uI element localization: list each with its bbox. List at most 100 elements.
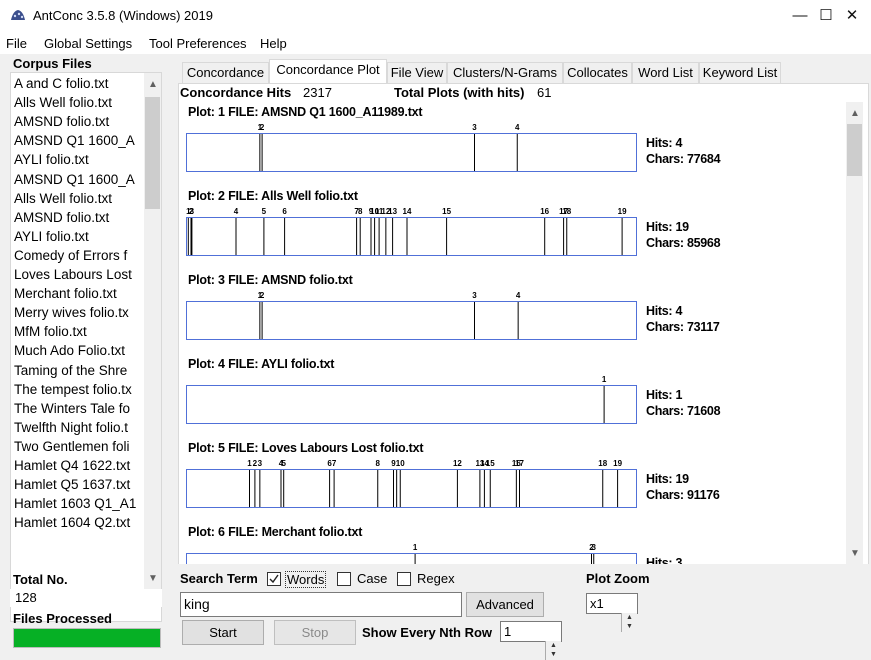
hit-mark-label: 8	[376, 459, 381, 468]
plot-frame	[186, 217, 637, 256]
files-processed-label: Files Processed	[13, 611, 112, 626]
words-checkbox[interactable]	[267, 572, 281, 586]
hit-mark-label: 1	[602, 375, 607, 384]
file-list-item[interactable]: Taming of the Shre	[14, 363, 145, 382]
nth-row-value: 1	[504, 624, 512, 639]
menu-tool-preferences[interactable]: Tool Preferences	[149, 36, 247, 51]
case-checkbox-label[interactable]: Case	[357, 571, 387, 586]
file-list-item[interactable]: AYLI folio.txt	[14, 152, 145, 171]
file-list-item[interactable]: Alls Well folio.txt	[14, 95, 145, 114]
spinner-arrows-icon[interactable]: ▲ ▼	[621, 613, 637, 632]
scroll-up-arrow-icon[interactable]: ▲	[148, 79, 158, 90]
regex-checkbox[interactable]	[397, 572, 411, 586]
file-list-item[interactable]: AMSND Q1 1600_A	[14, 172, 145, 191]
file-list-item[interactable]: Twelfth Night folio.t	[14, 420, 145, 439]
file-list-item[interactable]: Alls Well folio.txt	[14, 191, 145, 210]
file-list-item[interactable]: AMSND folio.txt	[14, 114, 145, 133]
file-list-item[interactable]: The Winters Tale fo	[14, 401, 145, 420]
checkmark-icon	[269, 574, 279, 584]
plot-strip[interactable]: 1 23	[186, 539, 638, 564]
close-button[interactable]: ✕	[829, 0, 871, 32]
scrollbar-thumb[interactable]	[145, 97, 160, 209]
file-list-item[interactable]: Loves Labours Lost	[14, 267, 145, 286]
start-button[interactable]: Start	[182, 620, 264, 645]
scroll-down-arrow-icon[interactable]: ▼	[850, 548, 860, 559]
plot-strip[interactable]: 1 2 3 45 6 7 8 9 10 12 131415 1617 18 19	[186, 455, 638, 509]
hit-mark-label: 18	[562, 207, 571, 216]
plot-title: Plot: 1 FILE: AMSND Q1 1600_A11989.txt	[188, 105, 423, 119]
total-no-field: 128	[10, 589, 162, 607]
file-list-item[interactable]: AMSND Q1 1600_A	[14, 133, 145, 152]
menu-help[interactable]: Help	[260, 36, 287, 51]
plot-hits: Hits: 4	[646, 136, 683, 150]
tab-word-list[interactable]: Word List	[632, 62, 699, 83]
scrollbar-thumb[interactable]	[847, 124, 862, 176]
hit-mark-label: 2	[260, 291, 265, 300]
hit-mark-label: 5	[281, 459, 286, 468]
file-list-item[interactable]: Much Ado Folio.txt	[14, 343, 145, 362]
tab-file-view[interactable]: File View	[387, 62, 447, 83]
concordance-hits-label: Concordance Hits	[180, 85, 292, 100]
advanced-button[interactable]: Advanced	[466, 592, 544, 617]
plot-hits: Hits: 4	[646, 304, 683, 318]
file-list-item[interactable]: Hamlet 1603 Q1_A1	[14, 496, 145, 515]
scroll-up-arrow-icon[interactable]: ▲	[850, 108, 860, 119]
plot-strip[interactable]: 12 3 4	[186, 287, 638, 341]
file-list-item[interactable]: A and C folio.txt	[14, 76, 145, 95]
tab-clusters-ngrams[interactable]: Clusters/N-Grams	[447, 62, 563, 83]
file-list-item[interactable]: Merchant folio.txt	[14, 286, 145, 305]
file-list-item[interactable]: Hamlet 1604 Q2.txt	[14, 515, 145, 534]
plot-title: Plot: 5 FILE: Loves Labours Lost folio.t…	[188, 441, 424, 455]
plot-hits: Hits: 3	[646, 556, 683, 564]
file-list-item[interactable]: Hamlet Q4 1622.txt	[14, 458, 145, 477]
tab-concordance-plot[interactable]: Concordance Plot	[269, 59, 387, 83]
hit-mark-label: 19	[618, 207, 627, 216]
tab-keyword-list[interactable]: Keyword List	[699, 62, 781, 83]
search-term-label: Search Term	[180, 571, 258, 586]
plot-strip[interactable]: 12 3 4	[186, 119, 638, 173]
hit-mark-label: 3	[472, 123, 477, 132]
search-term-input[interactable]: king	[180, 592, 462, 617]
scroll-down-arrow-icon[interactable]: ▼	[148, 573, 158, 584]
words-checkbox-label[interactable]: Words	[285, 571, 327, 588]
search-controls: Search Term Words Case Regex Plot Zoom k…	[178, 564, 869, 660]
hit-mark-label: 16	[540, 207, 549, 216]
spinner-arrows-icon[interactable]: ▲ ▼	[545, 641, 561, 660]
plot-strip[interactable]: 1	[186, 371, 638, 425]
menu-global-settings[interactable]: Global Settings	[44, 36, 132, 51]
regex-checkbox-label[interactable]: Regex	[417, 571, 455, 586]
corpus-file-list[interactable]: A and C folio.txt Alls Well folio.txt AMSN…	[10, 72, 162, 622]
case-checkbox[interactable]	[337, 572, 351, 586]
plot-zoom-value: x1	[590, 596, 604, 611]
tab-concordance[interactable]: Concordance	[182, 62, 269, 83]
nth-row-spinner[interactable]: 1 ▲ ▼	[500, 621, 562, 660]
hit-mark-label: 4	[515, 123, 520, 132]
hit-mark-label: 13	[388, 207, 397, 216]
file-list-item[interactable]: The tempest folio.tx	[14, 382, 145, 401]
file-list-item[interactable]: Merry wives folio.tx	[14, 305, 145, 324]
stop-button[interactable]: Stop	[274, 620, 356, 645]
total-plots-label: Total Plots (with hits)	[394, 85, 525, 100]
file-list-item[interactable]: MfM folio.txt	[14, 324, 145, 343]
menu-file[interactable]: File	[6, 36, 27, 51]
plot-title: Plot: 3 FILE: AMSND folio.txt	[188, 273, 353, 287]
plot-title: Plot: 4 FILE: AYLI folio.txt	[188, 357, 335, 371]
plot-chars: Chars: 71608	[646, 404, 721, 418]
plot-chars: Chars: 85968	[646, 236, 721, 250]
tab-collocates[interactable]: Collocates	[563, 62, 632, 83]
plot-frame	[186, 385, 637, 424]
hit-mark-label: 19	[613, 459, 622, 468]
plot-zoom-spinner[interactable]: x1 ▲ ▼	[586, 593, 638, 632]
file-list-item[interactable]: Comedy of Errors f	[14, 248, 145, 267]
file-list-item[interactable]: AYLI folio.txt	[14, 229, 145, 248]
hit-mark-label: 1	[413, 543, 418, 552]
plot-strip[interactable]: 123 4 5 6 7 8 910111213 14 15 16 1718 19	[186, 203, 638, 257]
file-list-item[interactable]: AMSND folio.txt	[14, 210, 145, 229]
plot-vertical-scrollbar[interactable]: ▲ ▼	[846, 102, 863, 564]
file-list-item[interactable]: Two Gentlemen foli	[14, 439, 145, 458]
file-list-vertical-scrollbar[interactable]: ▲ ▼	[144, 73, 161, 589]
concordance-plot-area[interactable]: Plot: 1 FILE: AMSND Q1 1600_A11989.txt 1 2…	[180, 102, 846, 564]
file-list-item[interactable]: Hamlet Q5 1637.txt	[14, 477, 145, 496]
plot-zoom-label: Plot Zoom	[586, 571, 650, 586]
plot-row: Plot: 2 FILE: Alls Well folio.txt 1 2 3 4 5 6 7…	[180, 189, 846, 279]
